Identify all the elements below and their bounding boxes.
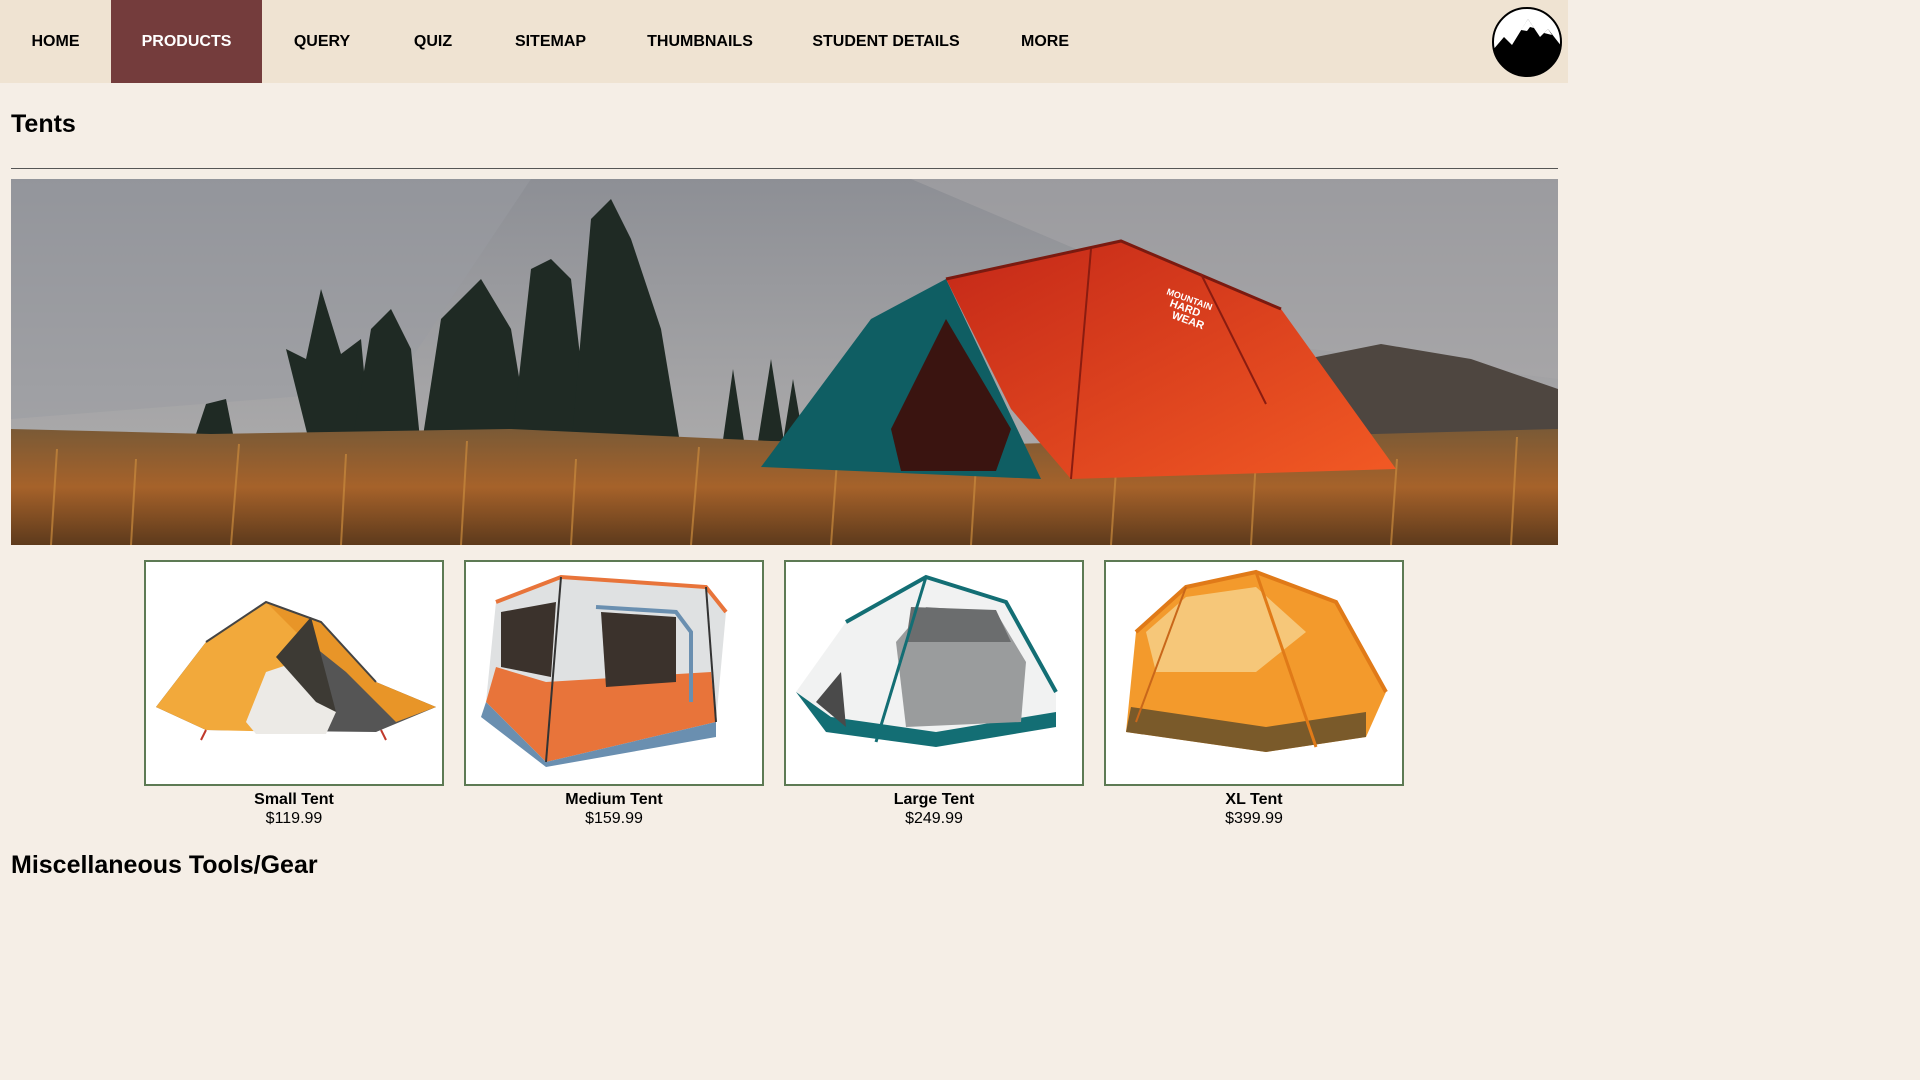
title-divider <box>11 168 1558 169</box>
nav-student-details[interactable]: STUDENT DETAILS <box>783 0 989 83</box>
product-image-medium-tent[interactable] <box>464 560 764 786</box>
product-price: $159.99 <box>585 810 643 827</box>
product-card-large-tent: Large Tent $249.99 <box>784 560 1084 828</box>
product-price: $119.99 <box>265 810 323 827</box>
nav-query[interactable]: QUERY <box>262 0 382 83</box>
page-title: Tents <box>11 110 76 138</box>
product-name: Large Tent <box>893 791 975 808</box>
section-title-misc-gear: Miscellaneous Tools/Gear <box>11 851 318 879</box>
nav-home[interactable]: HOME <box>0 0 111 83</box>
product-card-small-tent: Small Tent $119.99 <box>144 560 444 828</box>
mountain-logo-icon[interactable] <box>1492 7 1562 77</box>
nav-quiz[interactable]: QUIZ <box>382 0 484 83</box>
nav-thumbnails[interactable]: THUMBNAILS <box>617 0 783 83</box>
product-name: Small Tent <box>254 791 334 808</box>
hero-banner-image: MOUNTAIN HARD WEAR <box>11 179 1558 545</box>
product-name: XL Tent <box>1225 791 1283 808</box>
product-image-large-tent[interactable] <box>784 560 1084 786</box>
product-image-xl-tent[interactable] <box>1104 560 1404 786</box>
top-nav: HOME PRODUCTS QUERY QUIZ SITEMAP THUMBNA… <box>0 0 1568 83</box>
product-card-medium-tent: Medium Tent $159.99 <box>464 560 764 828</box>
product-name: Medium Tent <box>565 791 663 808</box>
nav-sitemap[interactable]: SITEMAP <box>484 0 617 83</box>
product-price: $249.99 <box>905 810 963 827</box>
product-image-small-tent[interactable] <box>144 560 444 786</box>
product-card-xl-tent: XL Tent $399.99 <box>1104 560 1404 828</box>
nav-more[interactable]: MORE <box>989 0 1101 83</box>
nav-products[interactable]: PRODUCTS <box>111 0 262 83</box>
product-price: $399.99 <box>1225 810 1283 827</box>
